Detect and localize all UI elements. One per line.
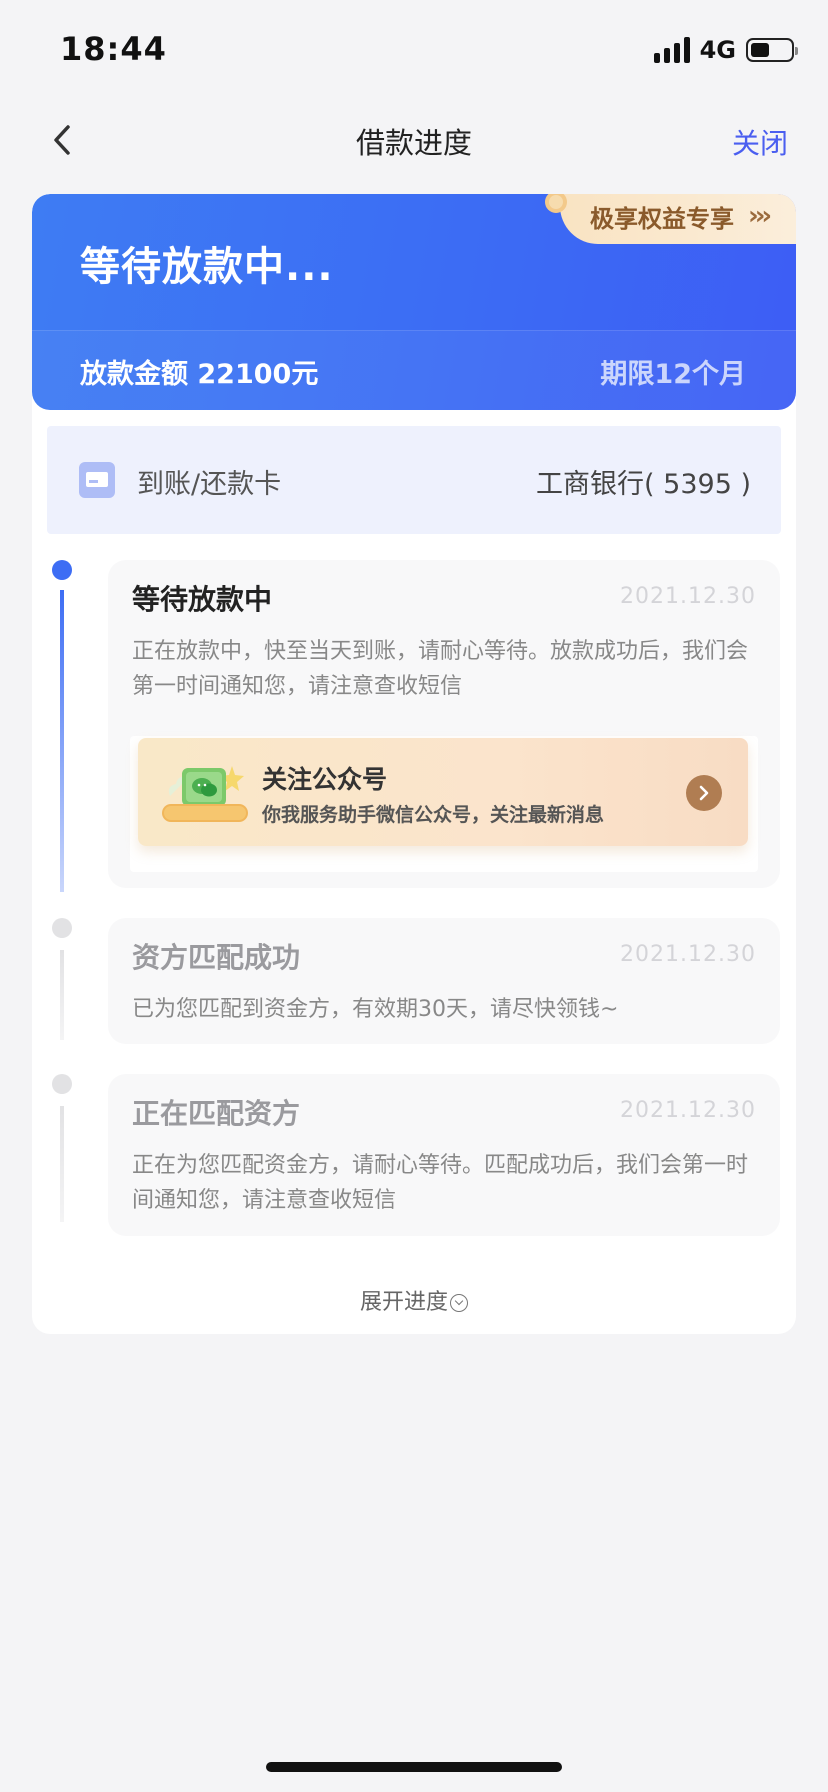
expand-progress-button[interactable]: 展开进度 [32, 1284, 796, 1316]
follow-account-banner[interactable]: 关注公众号 你我服务助手微信公众号，关注最新消息 [138, 738, 748, 846]
signal-icon [653, 37, 690, 63]
step-title: 资方匹配成功 [132, 941, 301, 974]
step-title: 等待放款中 [132, 583, 273, 616]
page-title: 借款进度 [355, 126, 472, 160]
chevron-right-icon[interactable] [686, 775, 722, 811]
network-label: 4G [699, 36, 736, 64]
promo-container: 关注公众号 你我服务助手微信公众号，关注最新消息 [130, 736, 758, 872]
banner-title: 等待放款中... [80, 244, 334, 290]
status-bar: 18:44 4G [0, 0, 828, 96]
progress-card: 等待放款中... 放款金额 22100元 期限12个月 极享权益专享 ››› 到… [32, 194, 796, 1334]
close-button[interactable]: 关闭 [732, 122, 788, 162]
timeline-dot-active [52, 560, 72, 580]
step-item: 等待放款中 2021.12.30 正在放款中，快至当天到账，请耐心等待。放款成功… [108, 560, 780, 888]
step-description: 正在放款中，快至当天到账，请耐心等待。放款成功后，我们会第一时间通知您，请注意查… [132, 639, 749, 699]
step-description: 正在为您匹配资金方，请耐心等待。匹配成功后，我们会第一时间通知您，请注意查收短信 [132, 1153, 749, 1213]
nav-bar: 借款进度 关闭 [0, 96, 828, 186]
wechat-assistant-icon [162, 766, 248, 822]
status-time: 18:44 [60, 30, 167, 68]
battery-icon [746, 38, 798, 62]
home-indicator [266, 1762, 562, 1772]
timeline-dot [52, 1074, 72, 1094]
loan-amount: 放款金额 22100元 [80, 359, 319, 390]
loan-term: 期限12个月 [600, 359, 746, 390]
perk-badge[interactable]: 极享权益专享 ››› [545, 194, 796, 244]
step-title: 正在匹配资方 [132, 1097, 301, 1130]
perk-label: 极享权益专享 [590, 204, 734, 233]
triple-chevron-icon: ››› [748, 201, 772, 231]
timeline-line [60, 1106, 64, 1222]
card-row-label: 到账/还款卡 [137, 469, 282, 500]
expand-label: 展开进度 [359, 1290, 448, 1315]
promo-subtitle: 你我服务助手微信公众号，关注最新消息 [262, 804, 605, 826]
step-description: 已为您匹配到资金方，有效期30天，请尽快领钱~ [132, 997, 619, 1022]
timeline-line-active [60, 590, 64, 892]
promo-title: 关注公众号 [262, 765, 388, 794]
step-item: 资方匹配成功 2021.12.30 已为您匹配到资金方，有效期30天，请尽快领钱… [108, 918, 780, 1044]
step-date: 2021.12.30 [620, 942, 756, 967]
card-row-value: 工商银行( 5395 ) [536, 469, 751, 500]
bank-card-icon [79, 462, 115, 498]
step-date: 2021.12.30 [620, 1098, 756, 1123]
step-item: 正在匹配资方 2021.12.30 正在为您匹配资金方，请耐心等待。匹配成功后，… [108, 1074, 780, 1236]
status-indicators: 4G [653, 36, 798, 64]
timeline-dot [52, 918, 72, 938]
chevron-down-circle-icon [450, 1294, 468, 1312]
repayment-card-row[interactable]: 到账/还款卡 工商银行( 5395 ) [47, 426, 781, 534]
timeline-line [60, 950, 64, 1040]
coin-icon [545, 194, 567, 213]
step-date: 2021.12.30 [620, 584, 756, 609]
